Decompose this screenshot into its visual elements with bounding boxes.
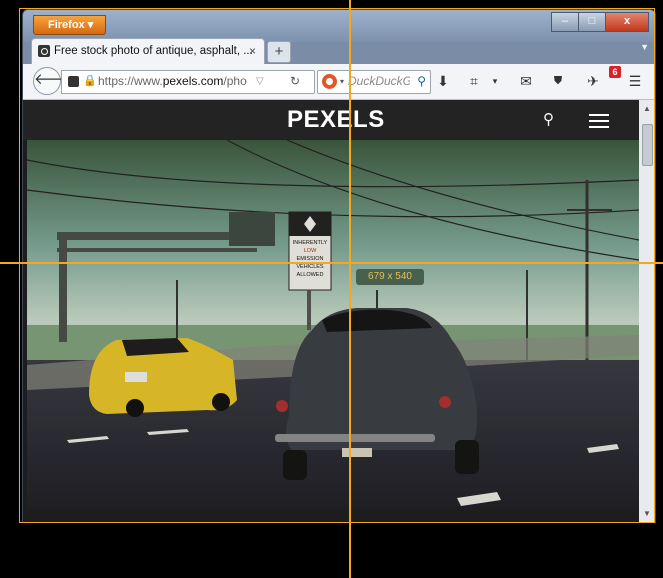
list-all-tabs-icon[interactable]: ▼ <box>640 42 649 52</box>
close-window-button[interactable]: x <box>605 12 649 32</box>
vignette <box>27 140 639 510</box>
site-search-icon[interactable]: ⚲ <box>543 110 554 128</box>
site-menu-icon[interactable] <box>589 114 609 116</box>
stock-photo[interactable]: INHERENTLY LOW EMISSION VEHICLES ALLOWED <box>27 140 639 510</box>
url-text: https://www.pexels.com/pho <box>98 74 247 88</box>
dimension-label: 679 x 540 <box>356 269 424 285</box>
search-engine-icon[interactable] <box>322 74 337 89</box>
site-header: PEXELS ⚲ <box>23 100 639 140</box>
pexels-logo[interactable]: PEXELS <box>287 106 385 134</box>
scroll-up-icon[interactable]: ▲ <box>643 104 651 113</box>
bell-icon[interactable]: ✈ <box>585 72 601 90</box>
search-bar[interactable]: ▾ DuckDuckGo ⚲ <box>317 70 431 94</box>
tab-close-icon[interactable]: × <box>249 39 256 63</box>
ublock-icon[interactable]: ⛊ <box>551 72 565 90</box>
site-favicon-icon <box>38 45 50 57</box>
scroll-down-icon[interactable]: ▼ <box>643 509 651 518</box>
reload-icon[interactable]: ↻ <box>290 71 300 92</box>
window-controls: – □ x <box>551 12 649 32</box>
scrollbar-thumb[interactable] <box>642 124 653 166</box>
site-identity-icon[interactable] <box>68 76 79 87</box>
browser-tab[interactable]: Free stock photo of antique, asphalt, ..… <box>31 38 265 65</box>
back-icon[interactable]: 🡐 <box>33 67 74 95</box>
minimize-button[interactable]: – <box>551 12 579 32</box>
notification-badge: 6 <box>609 66 621 78</box>
firefox-menu-button[interactable]: Firefox ▾ <box>33 15 107 35</box>
new-tab-button[interactable]: + <box>267 41 291 63</box>
horizontal-guide-line[interactable] <box>0 262 663 264</box>
crop-icon[interactable]: ⌗ <box>465 72 483 90</box>
lock-icon[interactable]: 🔒 <box>83 71 97 92</box>
mail-icon[interactable]: ✉ <box>517 72 535 90</box>
url-dropdown-icon[interactable]: ▽ <box>256 71 264 92</box>
browser-window: Firefox ▾ – □ x Free stock photo of anti… <box>22 9 656 523</box>
menu-icon[interactable]: ☰ <box>627 72 643 90</box>
search-input[interactable]: DuckDuckGo <box>348 71 410 92</box>
page-content: PEXELS ⚲ INHERENTLY LOW EMISSION VEHICLE… <box>23 100 639 522</box>
search-icon[interactable]: ⚲ <box>417 71 426 92</box>
download-icon[interactable]: ⬇ <box>435 72 451 90</box>
vertical-scrollbar[interactable]: ▲ ▼ <box>639 100 655 522</box>
tab-title: Free stock photo of antique, asphalt, ..… <box>54 45 253 57</box>
url-bar[interactable]: 🔒 https://www.pexels.com/pho ▽ ↻ <box>61 70 315 94</box>
search-engine-dropdown-icon[interactable]: ▾ <box>340 71 344 92</box>
crop-dropdown-icon[interactable]: ▾ <box>489 72 501 90</box>
maximize-button[interactable]: □ <box>578 12 606 32</box>
vertical-guide-line[interactable] <box>349 0 351 578</box>
